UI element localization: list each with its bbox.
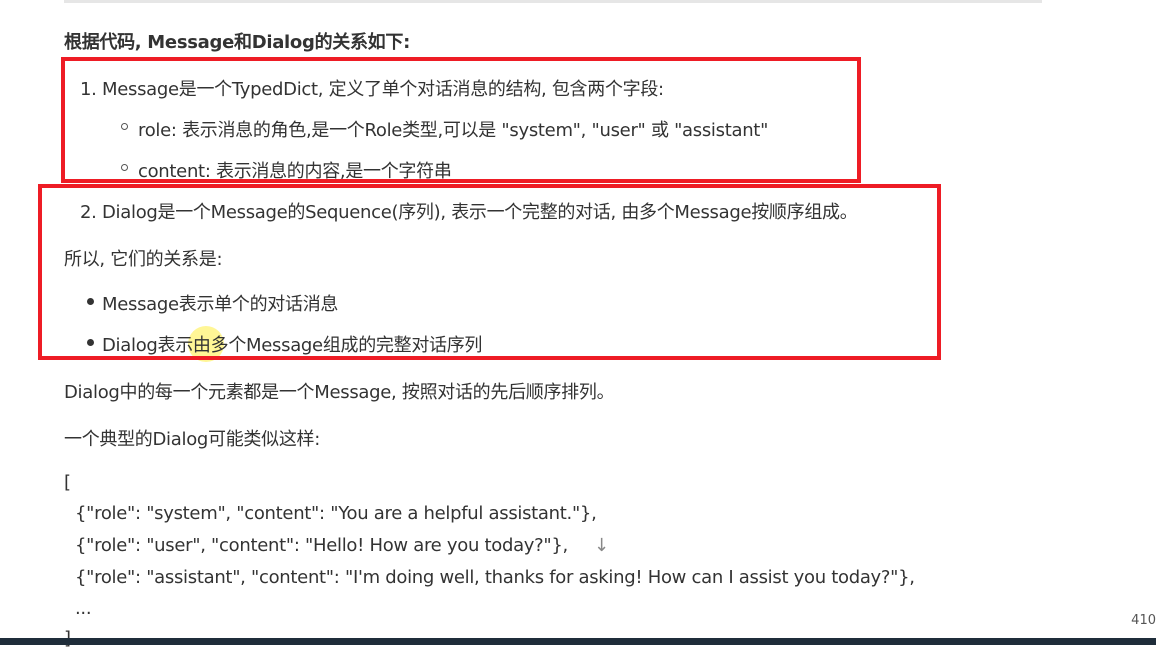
code-line: {"role": "system", "content": "You are a… <box>75 503 597 524</box>
heading: 根据代码, Message和Dialog的关系如下: <box>64 32 410 53</box>
taskbar[interactable] <box>0 638 1156 645</box>
page-number: 410 <box>1131 613 1156 628</box>
code-line: [ <box>64 472 71 493</box>
scroll-down-arrow-icon[interactable]: ↓ <box>594 535 609 556</box>
code-line: ... <box>75 598 92 619</box>
paragraph-1: Dialog中的每一个元素都是一个Message, 按照对话的先后顺序排列。 <box>64 382 615 403</box>
code-line: {"role": "user", "content": "Hello! How … <box>75 535 568 556</box>
code-line: {"role": "assistant", "content": "I'm do… <box>75 567 915 588</box>
paragraph-2: 一个典型的Dialog可能类似这样: <box>64 429 320 450</box>
highlight-box-dialog <box>38 184 941 360</box>
top-divider <box>64 0 1042 3</box>
highlight-box-message <box>61 57 861 183</box>
